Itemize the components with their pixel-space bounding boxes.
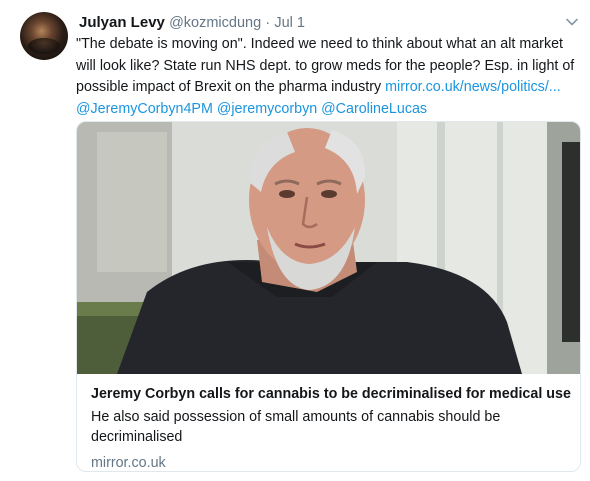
- avatar[interactable]: [20, 12, 68, 60]
- card-photo: [77, 122, 580, 374]
- mention-link[interactable]: @JeremyCorbyn4PM: [76, 101, 213, 117]
- separator-dot: ·: [265, 15, 271, 31]
- timestamp[interactable]: Jul 1: [274, 15, 305, 31]
- tweet-link[interactable]: mirror.co.uk/news/politics/...: [385, 79, 561, 95]
- card-domain: mirror.co.uk: [91, 455, 166, 471]
- card-description: He also said possession of small amounts…: [91, 409, 501, 445]
- card-image[interactable]: [77, 122, 580, 374]
- tweet[interactable]: Julyan Levy @kozmicdung · Jul 1 "The deb…: [0, 0, 590, 481]
- card-title[interactable]: Jeremy Corbyn calls for cannabis to be d…: [91, 384, 571, 404]
- user-handle[interactable]: @kozmicdung: [169, 15, 261, 31]
- link-card[interactable]: Jeremy Corbyn calls for cannabis to be d…: [76, 121, 581, 472]
- tweet-text: "The debate is moving on". Indeed we nee…: [76, 34, 576, 120]
- user-name[interactable]: Julyan Levy: [79, 14, 165, 31]
- card-text: Jeremy Corbyn calls for cannabis to be d…: [91, 384, 571, 471]
- tweet-header: Julyan Levy @kozmicdung · Jul 1: [79, 13, 305, 33]
- mention-link[interactable]: @CarolineLucas: [321, 101, 427, 117]
- mention-link[interactable]: @jeremycorbyn: [217, 101, 317, 117]
- chevron-down-icon[interactable]: [565, 15, 579, 29]
